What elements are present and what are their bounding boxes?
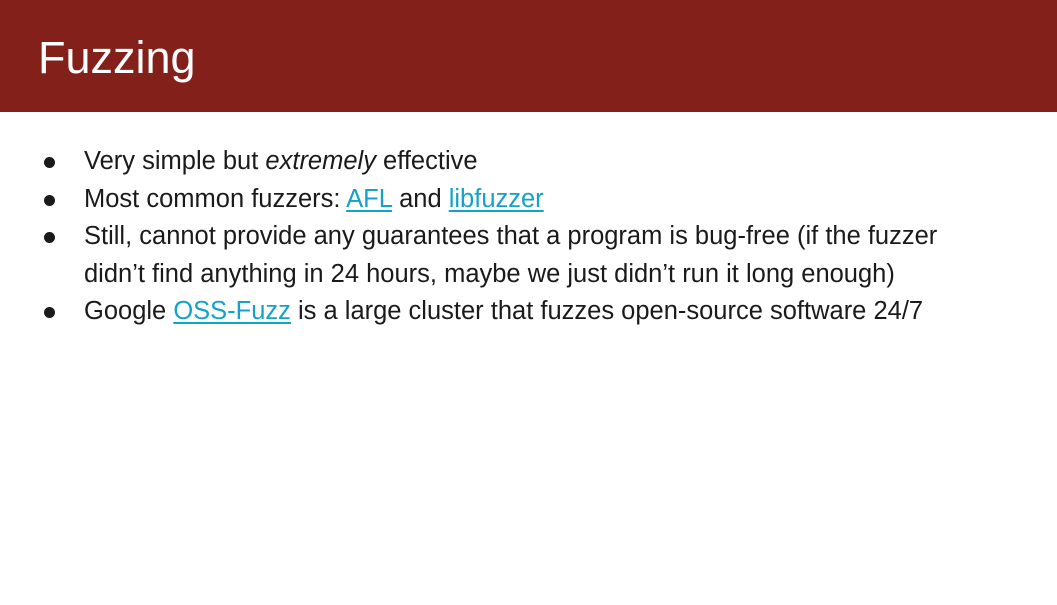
bullet-item-oss-fuzz: Google OSS-Fuzz is a large cluster that … bbox=[0, 293, 1057, 331]
bullet-text-line-2: didn’t find anything in 24 hours, maybe … bbox=[84, 259, 895, 288]
bullet-dot-icon bbox=[44, 232, 55, 243]
bullet-text-line-1: Still, cannot provide any guarantees tha… bbox=[84, 222, 938, 250]
bullet-item-fuzzers: Most common fuzzers: AFL and libfuzzer bbox=[0, 181, 1057, 219]
oss-fuzz-link[interactable]: OSS-Fuzz bbox=[173, 297, 291, 325]
slide: Fuzzing Very simple but extremely effect… bbox=[0, 0, 1057, 605]
bullet-text: Google bbox=[84, 297, 174, 325]
bullet-item-simple: Very simple but extremely effective bbox=[0, 143, 1057, 181]
emphasis-text: extremely bbox=[265, 147, 376, 175]
afl-link[interactable]: AFL bbox=[346, 185, 392, 213]
bullet-text: is a large cluster that fuzzes open-sour… bbox=[290, 297, 924, 325]
bullet-text: Very simple but bbox=[84, 147, 266, 175]
bullet-text: effective bbox=[375, 147, 478, 175]
bullet-item-guarantees: Still, cannot provide any guarantees tha… bbox=[0, 218, 1057, 293]
bullet-dot-icon bbox=[44, 157, 55, 168]
bullet-dot-icon bbox=[44, 307, 55, 318]
slide-title: Fuzzing bbox=[38, 32, 196, 83]
title-bar: Fuzzing bbox=[0, 0, 1057, 112]
libfuzzer-link[interactable]: libfuzzer bbox=[449, 185, 544, 213]
bullet-text: and bbox=[392, 184, 449, 213]
bullet-list: Very simple but extremely effective Most… bbox=[0, 143, 1057, 331]
bullet-text: Most common fuzzers: bbox=[84, 184, 347, 213]
bullet-dot-icon bbox=[44, 194, 55, 206]
